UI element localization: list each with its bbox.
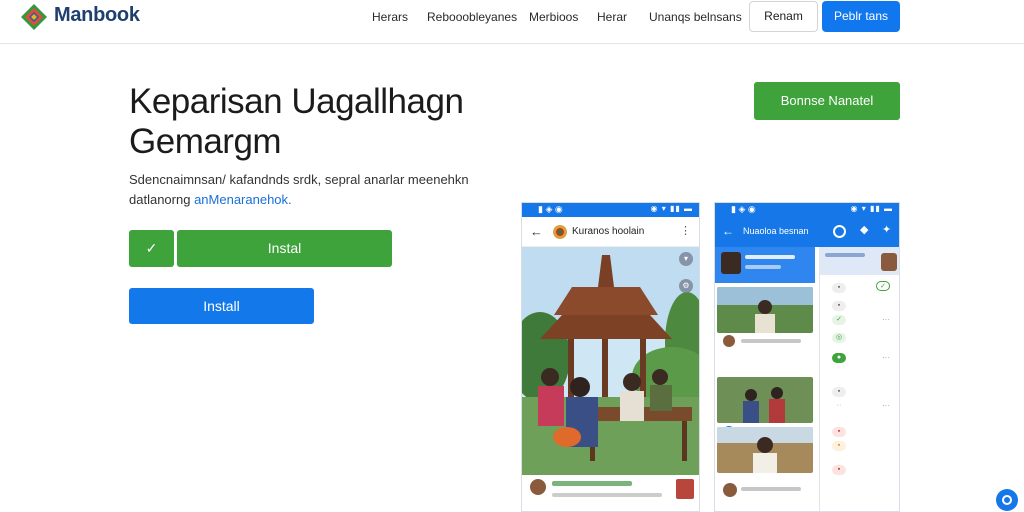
secondary-card-line <box>825 253 865 257</box>
profile-sub-placeholder <box>745 265 781 269</box>
top-navbar: Manbook Herars Rebooobleyanes Merbioos H… <box>0 0 1024 44</box>
list-badge-3[interactable]: ✓ <box>832 315 846 325</box>
status-bar-icons-right-right-phone: ◉ ▾ ▮▮ ▬ <box>850 204 893 213</box>
list-more-icon-5[interactable]: ··· <box>882 353 890 362</box>
feed-caption-3 <box>719 473 813 497</box>
secondary-card[interactable] <box>819 247 899 275</box>
settings-gear-icon[interactable]: ✦ <box>882 223 891 236</box>
accessibility-fab[interactable] <box>996 489 1018 511</box>
post-meta-placeholder <box>552 493 662 497</box>
gallery-toggle-icon[interactable]: ▾ <box>679 252 693 266</box>
phone-mockup-right: ▮ ◈ ◉ ◉ ▾ ▮▮ ▬ ← Nuaoloa besnan ◆ ✦ ▪ ✓ … <box>714 202 900 512</box>
list-badge-4[interactable]: ◎ <box>832 333 846 343</box>
hero-description-text: Sdencnaimnsan/ kafandnds srdk, sepral an… <box>129 172 469 207</box>
status-bar: ▮ ◈ ◉ ◉ ▾ ▮▮ ▬ <box>522 203 699 217</box>
hero-description: Sdencnaimnsan/ kafandnds srdk, sepral an… <box>129 170 509 210</box>
check-icon: ✓ <box>145 240 158 256</box>
settings-icon[interactable]: ⚙ <box>679 279 693 293</box>
profile-name-placeholder <box>745 255 795 259</box>
list-badge-1b[interactable]: ✓ <box>876 281 890 291</box>
secondary-avatar <box>881 253 897 271</box>
more-options-icon[interactable]: ⋮ <box>680 224 691 237</box>
app-logo-icon <box>553 225 567 239</box>
list-badge-5[interactable]: ● <box>832 353 846 363</box>
nav-link-2[interactable]: Rebooobleyanes <box>427 10 517 24</box>
list-more-icon-3[interactable]: ··· <box>882 315 890 324</box>
list-badge-8[interactable]: ▪ <box>832 427 846 437</box>
profile-avatar <box>721 252 741 274</box>
commenter-avatar <box>676 479 694 499</box>
author-name-placeholder <box>552 481 632 486</box>
nav-link-4[interactable]: Herar <box>597 10 627 24</box>
feed-image-1[interactable] <box>717 287 813 333</box>
brand-name[interactable]: Manbook <box>54 4 140 27</box>
eye-icon <box>1002 495 1012 505</box>
list-badge-2[interactable]: ▪ <box>832 301 846 311</box>
instal-button[interactable]: Instal <box>177 230 392 267</box>
list-badge-9[interactable]: ▪ <box>832 441 846 451</box>
feed-image-3[interactable] <box>717 427 813 473</box>
author-avatar <box>530 479 546 495</box>
hero-description-link[interactable]: anMenaranehok. <box>194 192 292 207</box>
list-badge-1[interactable]: ▪ <box>832 283 846 293</box>
back-arrow-icon-right-phone[interactable]: ← <box>722 224 734 238</box>
feed-caption-line-1 <box>741 339 801 343</box>
brand-logo-icon[interactable] <box>20 3 48 31</box>
post-author-row <box>522 475 699 511</box>
feed-avatar-1 <box>723 335 735 347</box>
list-badge-7[interactable]: ·· <box>832 401 846 411</box>
status-bar-icons-right: ◉ ▾ ▮▮ ▬ <box>650 204 693 213</box>
hero-title: Keparisan Uagallhagn Gemargm <box>129 82 464 161</box>
app-bar-right-phone: ← Nuaoloa besnan ◆ ✦ <box>715 217 899 247</box>
status-bar-icons-left: ▮ ◈ ◉ <box>538 204 563 214</box>
list-badge-10[interactable]: ▪ <box>832 465 846 475</box>
phone-mockup-left: ▮ ◈ ◉ ◉ ▾ ▮▮ ▬ ← Kuranos hoolain ⋮ ▾ ⚙ <box>521 202 700 512</box>
check-button[interactable]: ✓ <box>129 230 174 267</box>
feed-avatar-3 <box>723 483 737 497</box>
nav-link-3[interactable]: Merbioos <box>529 10 578 24</box>
feed-image-2[interactable] <box>717 377 813 423</box>
list-badge-6[interactable]: ▪ <box>832 387 846 397</box>
list-more-icon-7[interactable]: ··· <box>882 401 890 410</box>
gazebo-photo <box>522 247 699 475</box>
status-bar-icons-left-right-phone: ▮ ◈ ◉ <box>731 204 756 214</box>
install-button[interactable]: Install <box>129 288 314 324</box>
activity-list: ▪ ✓ ▪ ✓ ··· ◎ ● ··· ▪ ·· ··· ▪ ▪ ▪ <box>819 275 899 511</box>
app-title-right-phone: Nuaoloa besnan <box>743 226 809 236</box>
signup-button[interactable]: Peblr tans <box>822 1 900 32</box>
nav-link-5[interactable]: Unanqs belnsans <box>649 10 742 24</box>
profile-card[interactable] <box>715 247 815 283</box>
notification-bell-icon[interactable]: ◆ <box>860 223 868 236</box>
feed-caption-1 <box>719 333 813 349</box>
status-circle-icon[interactable] <box>833 225 846 238</box>
status-bar-right-phone: ▮ ◈ ◉ ◉ ▾ ▮▮ ▬ <box>715 203 899 217</box>
cta-button[interactable]: Bonnse Nanatel <box>754 82 900 120</box>
back-arrow-icon[interactable]: ← <box>530 224 543 239</box>
nav-link-1[interactable]: Herars <box>372 10 408 24</box>
signin-button[interactable]: Renam <box>749 1 818 32</box>
feed-caption-line-3 <box>741 487 801 491</box>
app-bar: ← Kuranos hoolain ⋮ <box>522 217 699 247</box>
app-title: Kuranos hoolain <box>572 226 645 237</box>
